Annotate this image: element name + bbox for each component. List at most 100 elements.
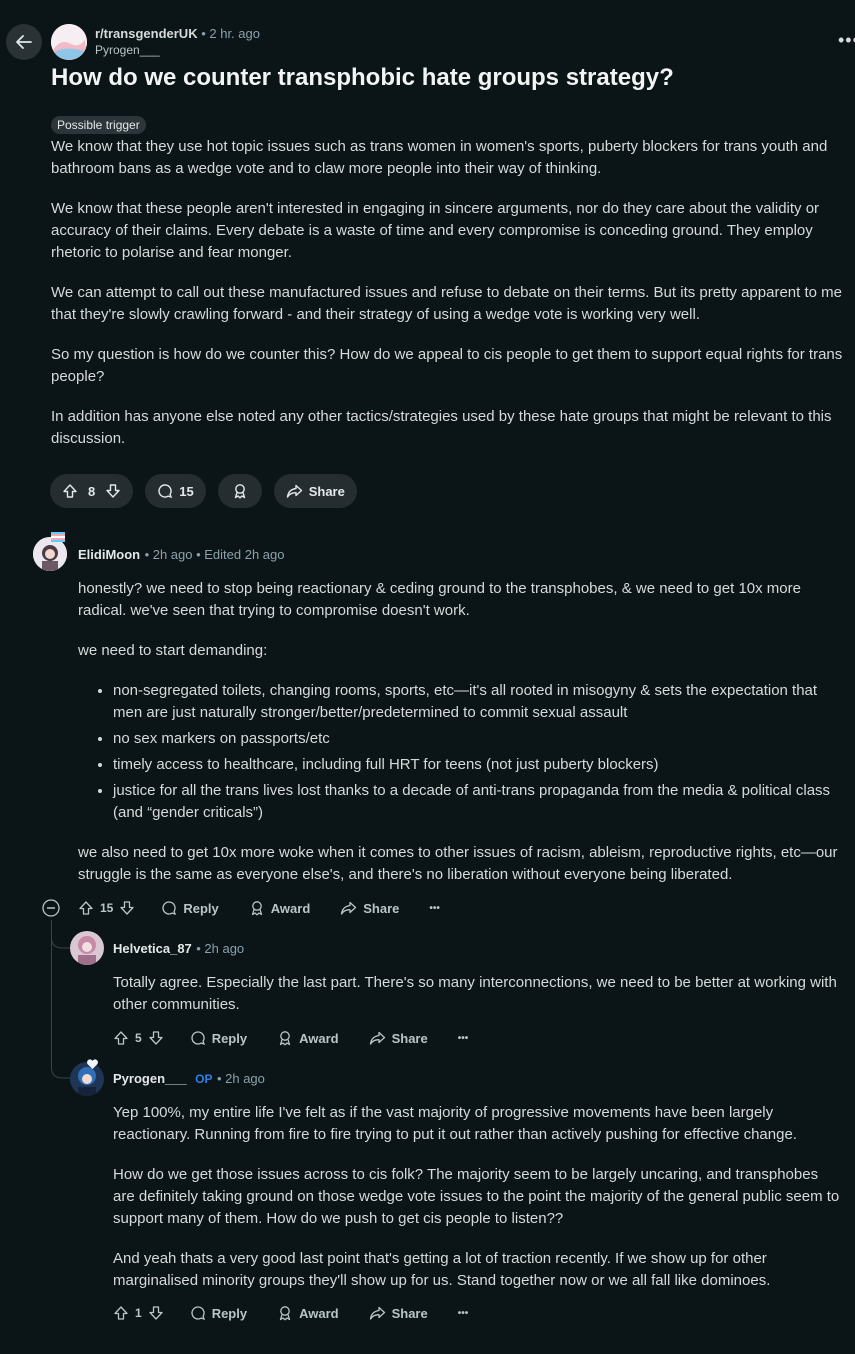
comment-paragraph: Totally agree. Especially the last part.… <box>113 974 837 1013</box>
collapse-button[interactable] <box>42 899 60 922</box>
comment-icon <box>191 1031 205 1046</box>
heart-badge-icon <box>87 1059 98 1069</box>
vote-count: 8 <box>88 483 96 499</box>
comment-header: ElidiMoon • 2h ago • Edited 2h ago <box>78 546 285 564</box>
upvote-icon[interactable] <box>113 1030 129 1046</box>
collapse-icon <box>42 899 60 917</box>
comment-body: honestly? we need to stop being reaction… <box>78 578 838 904</box>
avatar[interactable] <box>70 931 104 965</box>
comment-meta: • 2h ago <box>216 1071 265 1086</box>
comment-meta: • 2h ago <box>196 941 245 956</box>
vote-count: 1 <box>135 1306 142 1320</box>
award-icon <box>279 1031 291 1046</box>
comment-actions: 15 Reply Award Share ••• <box>78 899 470 917</box>
vote-count: 5 <box>135 1031 142 1045</box>
award-button[interactable]: Award <box>249 900 311 916</box>
vote-count: 15 <box>100 901 114 915</box>
share-button[interactable]: Share <box>340 900 399 916</box>
back-button[interactable] <box>6 24 42 60</box>
subreddit-line: r/transgenderUK • 2 hr. ago <box>95 26 260 41</box>
award-icon <box>251 901 262 916</box>
comment-author[interactable]: Helvetica_87 <box>113 941 192 956</box>
comment-paragraph: we also need to get 10x more woke when i… <box>78 844 838 883</box>
post-title: How do we counter transphobic hate group… <box>51 64 674 91</box>
demand-list: non-segregated toilets, changing rooms, … <box>78 680 838 824</box>
list-item: no sex markers on passports/etc <box>113 728 838 750</box>
more-options-button[interactable]: ••• <box>458 1033 469 1044</box>
reply-button[interactable]: Reply <box>161 900 219 916</box>
comment-body: Totally agree. Especially the last part.… <box>113 972 843 1034</box>
upvote-icon[interactable] <box>78 900 94 916</box>
post-paragraph: We know that these people aren't interes… <box>51 200 820 261</box>
post-flair[interactable]: Possible trigger <box>51 116 146 134</box>
list-item: timely access to healthcare, including f… <box>113 754 838 776</box>
award-label: Award <box>299 1030 339 1046</box>
op-badge: OP <box>195 1072 213 1086</box>
upvote-icon[interactable] <box>62 483 78 499</box>
share-icon <box>341 901 357 915</box>
share-icon <box>369 1031 385 1045</box>
share-button[interactable]: Share <box>369 1030 428 1046</box>
upvote-icon[interactable] <box>113 1305 129 1321</box>
share-button[interactable]: Share <box>369 1305 428 1321</box>
comment-actions: 5 Reply Award Share ••• <box>113 1029 498 1047</box>
award-button[interactable] <box>217 474 262 508</box>
reply-label: Reply <box>211 1030 248 1046</box>
award-label: Award <box>270 900 311 916</box>
comment-header: Helvetica_87 • 2h ago <box>113 940 244 958</box>
award-label: Award <box>299 1305 339 1321</box>
comments-button[interactable]: 15 <box>145 474 206 508</box>
post-body: We know that they use hot topic issues s… <box>51 136 855 468</box>
comment-paragraph: And yeah thats a very good last point th… <box>113 1250 771 1289</box>
comment-meta: • 2h ago • Edited 2h ago <box>144 547 285 562</box>
post-paragraph: We know that they use hot topic issues s… <box>51 138 828 177</box>
comment-actions: 1 Reply Award Share ••• <box>113 1304 498 1322</box>
comment-author[interactable]: Pyrogen___ <box>113 1071 187 1086</box>
avatar[interactable] <box>33 537 67 571</box>
more-options-button[interactable]: ••• <box>838 30 855 51</box>
reply-button[interactable]: Reply <box>190 1030 247 1046</box>
vote-group: 5 <box>113 1030 164 1046</box>
comment-paragraph: How do we get those issues across to cis… <box>113 1166 840 1227</box>
share-icon <box>369 1306 385 1320</box>
reply-label: Reply <box>183 900 219 916</box>
downvote-icon[interactable] <box>105 483 121 499</box>
comment-count: 15 <box>179 483 194 499</box>
comment-author[interactable]: ElidiMoon <box>78 547 140 562</box>
share-icon <box>286 484 302 498</box>
list-item: justice for all the trans lives lost tha… <box>113 780 838 824</box>
arrow-left-icon <box>16 35 32 49</box>
comment-paragraph: Yep 100%, my entire life I've felt as if… <box>113 1104 797 1143</box>
vote-group: 1 <box>113 1305 164 1321</box>
post-paragraph: In addition has anyone else noted any ot… <box>51 408 832 447</box>
post-author[interactable]: Pyrogen___ <box>95 43 160 57</box>
comment-icon <box>158 484 173 499</box>
award-button[interactable]: Award <box>277 1030 339 1046</box>
share-label: Share <box>363 900 400 916</box>
list-item: non-segregated toilets, changing rooms, … <box>113 680 838 724</box>
award-button[interactable]: Award <box>277 1305 339 1321</box>
downvote-icon[interactable] <box>148 1305 164 1321</box>
award-icon <box>279 1306 291 1321</box>
subreddit-avatar[interactable] <box>51 24 87 60</box>
subreddit-name[interactable]: r/transgenderUK <box>95 26 198 41</box>
comment-icon <box>162 901 177 916</box>
downvote-icon[interactable] <box>119 900 135 916</box>
vote-group: 15 <box>78 900 135 916</box>
post-paragraph: We can attempt to call out these manufac… <box>51 284 842 323</box>
share-label: Share <box>391 1305 428 1321</box>
reply-label: Reply <box>211 1305 248 1321</box>
award-icon <box>234 484 245 499</box>
comment-icon <box>191 1306 205 1321</box>
reply-button[interactable]: Reply <box>190 1305 247 1321</box>
more-options-button[interactable]: ••• <box>458 1308 469 1319</box>
comment-header: Pyrogen___ OP • 2h ago <box>113 1070 265 1088</box>
flag-badge-icon <box>51 532 65 542</box>
share-button[interactable]: Share <box>273 474 357 508</box>
comment-paragraph: we need to start demanding: <box>78 642 268 659</box>
share-label: Share <box>391 1030 428 1046</box>
post-time: • 2 hr. ago <box>201 26 260 41</box>
vote-pill: 8 <box>50 474 134 508</box>
downvote-icon[interactable] <box>148 1030 164 1046</box>
more-options-button[interactable]: ••• <box>429 903 440 914</box>
